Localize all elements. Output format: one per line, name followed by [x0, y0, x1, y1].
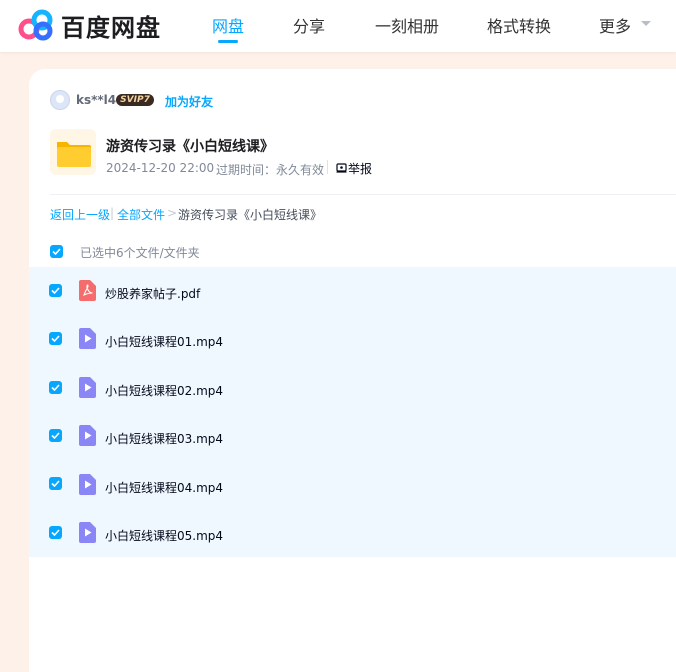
nav-active-indicator — [218, 40, 238, 43]
sharer-username[interactable]: ks**l4 — [76, 93, 116, 107]
file-name[interactable]: 小白短线课程02.mp4 — [105, 382, 223, 399]
select-all-checkbox[interactable] — [50, 245, 63, 258]
folder-icon — [50, 129, 96, 175]
file-name[interactable]: 小白短线课程05.mp4 — [105, 527, 223, 544]
report-icon[interactable] — [336, 162, 347, 173]
selection-count: 已选中6个文件/文件夹 — [80, 246, 200, 260]
nav-photo-album[interactable]: 一刻相册 — [375, 13, 439, 37]
check-icon — [51, 432, 60, 439]
breadcrumb-separator: | — [110, 206, 115, 220]
add-friend-link[interactable]: 加为好友 — [165, 93, 213, 110]
file-checkbox[interactable] — [49, 284, 62, 297]
nav-share[interactable]: 分享 — [293, 13, 325, 37]
top-nav-bar: 百度网盘 网盘 分享 一刻相册 格式转换 更多 — [0, 0, 676, 52]
expire-time: 过期时间：永久有效 — [216, 163, 325, 177]
file-checkbox[interactable] — [49, 381, 62, 394]
video-icon — [79, 474, 96, 495]
folder-title: 游资传习录《小白短线课》 — [106, 139, 274, 155]
logo-text[interactable]: 百度网盘 — [61, 8, 161, 43]
breadcrumb-all-files[interactable]: 全部文件 — [117, 206, 165, 223]
nav-netdisk[interactable]: 网盘 — [212, 13, 244, 37]
baidu-netdisk-logo-icon[interactable] — [18, 9, 54, 41]
breadcrumb-arrow: > — [167, 206, 178, 220]
report-link[interactable]: 举报 — [348, 160, 372, 177]
breadcrumb-current: 游资传习录《小白短线课》 — [178, 208, 323, 222]
video-icon — [79, 377, 96, 398]
file-name[interactable]: 小白短线课程03.mp4 — [105, 430, 223, 447]
nav-format-convert[interactable]: 格式转换 — [487, 13, 551, 37]
pdf-icon — [79, 280, 96, 301]
file-checkbox[interactable] — [49, 332, 62, 345]
breadcrumb-back[interactable]: 返回上一级 — [50, 206, 110, 223]
file-name[interactable]: 小白短线课程04.mp4 — [105, 479, 223, 496]
file-name[interactable]: 炒股养家帖子.pdf — [105, 285, 200, 302]
chevron-down-icon[interactable] — [641, 21, 651, 26]
file-checkbox[interactable] — [49, 429, 62, 442]
share-date: 2024-12-20 22:00 — [106, 161, 215, 175]
svip-badge: SVIP7 — [116, 94, 154, 106]
check-icon — [51, 480, 60, 487]
check-icon — [51, 384, 60, 391]
check-icon — [52, 248, 61, 255]
meta-divider — [327, 160, 328, 174]
file-checkbox[interactable] — [49, 477, 62, 490]
check-icon — [51, 335, 60, 342]
file-checkbox[interactable] — [49, 526, 62, 539]
nav-more[interactable]: 更多 — [599, 13, 631, 37]
check-icon — [51, 529, 60, 536]
file-name[interactable]: 小白短线课程01.mp4 — [105, 333, 223, 350]
avatar[interactable] — [50, 90, 70, 110]
video-icon — [79, 425, 96, 446]
divider — [50, 194, 676, 195]
video-icon — [79, 522, 96, 543]
check-icon — [51, 287, 60, 294]
video-icon — [79, 328, 96, 349]
